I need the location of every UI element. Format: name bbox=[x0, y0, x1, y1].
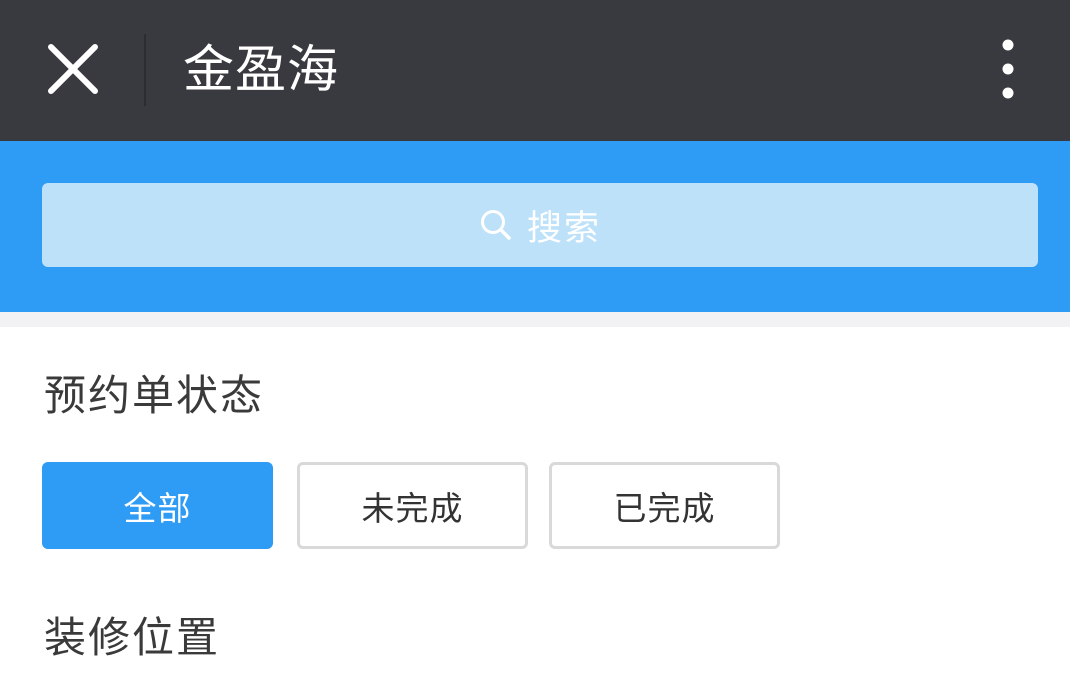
search-placeholder: 搜索 bbox=[526, 208, 601, 249]
search-inner: 搜索 bbox=[42, 183, 1038, 267]
more-vertical-icon bbox=[1002, 39, 1014, 99]
search-icon bbox=[480, 210, 511, 240]
title-divider bbox=[144, 34, 146, 106]
status-section-title: 预约单状态 bbox=[44, 371, 265, 420]
more-button[interactable] bbox=[988, 36, 1028, 102]
search-input[interactable]: 搜索 bbox=[42, 183, 1038, 267]
page-title: 金盈海 bbox=[183, 41, 340, 100]
section-divider bbox=[0, 312, 1070, 327]
title-bar: 金盈海 bbox=[0, 0, 1070, 141]
location-section-title: 装修位置 bbox=[44, 613, 221, 662]
close-button[interactable] bbox=[40, 36, 106, 102]
status-filter-complete[interactable]: 已完成 bbox=[549, 462, 780, 549]
status-filter-incomplete[interactable]: 未完成 bbox=[297, 462, 528, 549]
status-filter-all[interactable]: 全部 bbox=[42, 462, 273, 549]
search-band: 搜索 bbox=[0, 141, 1070, 312]
close-icon bbox=[48, 44, 98, 94]
